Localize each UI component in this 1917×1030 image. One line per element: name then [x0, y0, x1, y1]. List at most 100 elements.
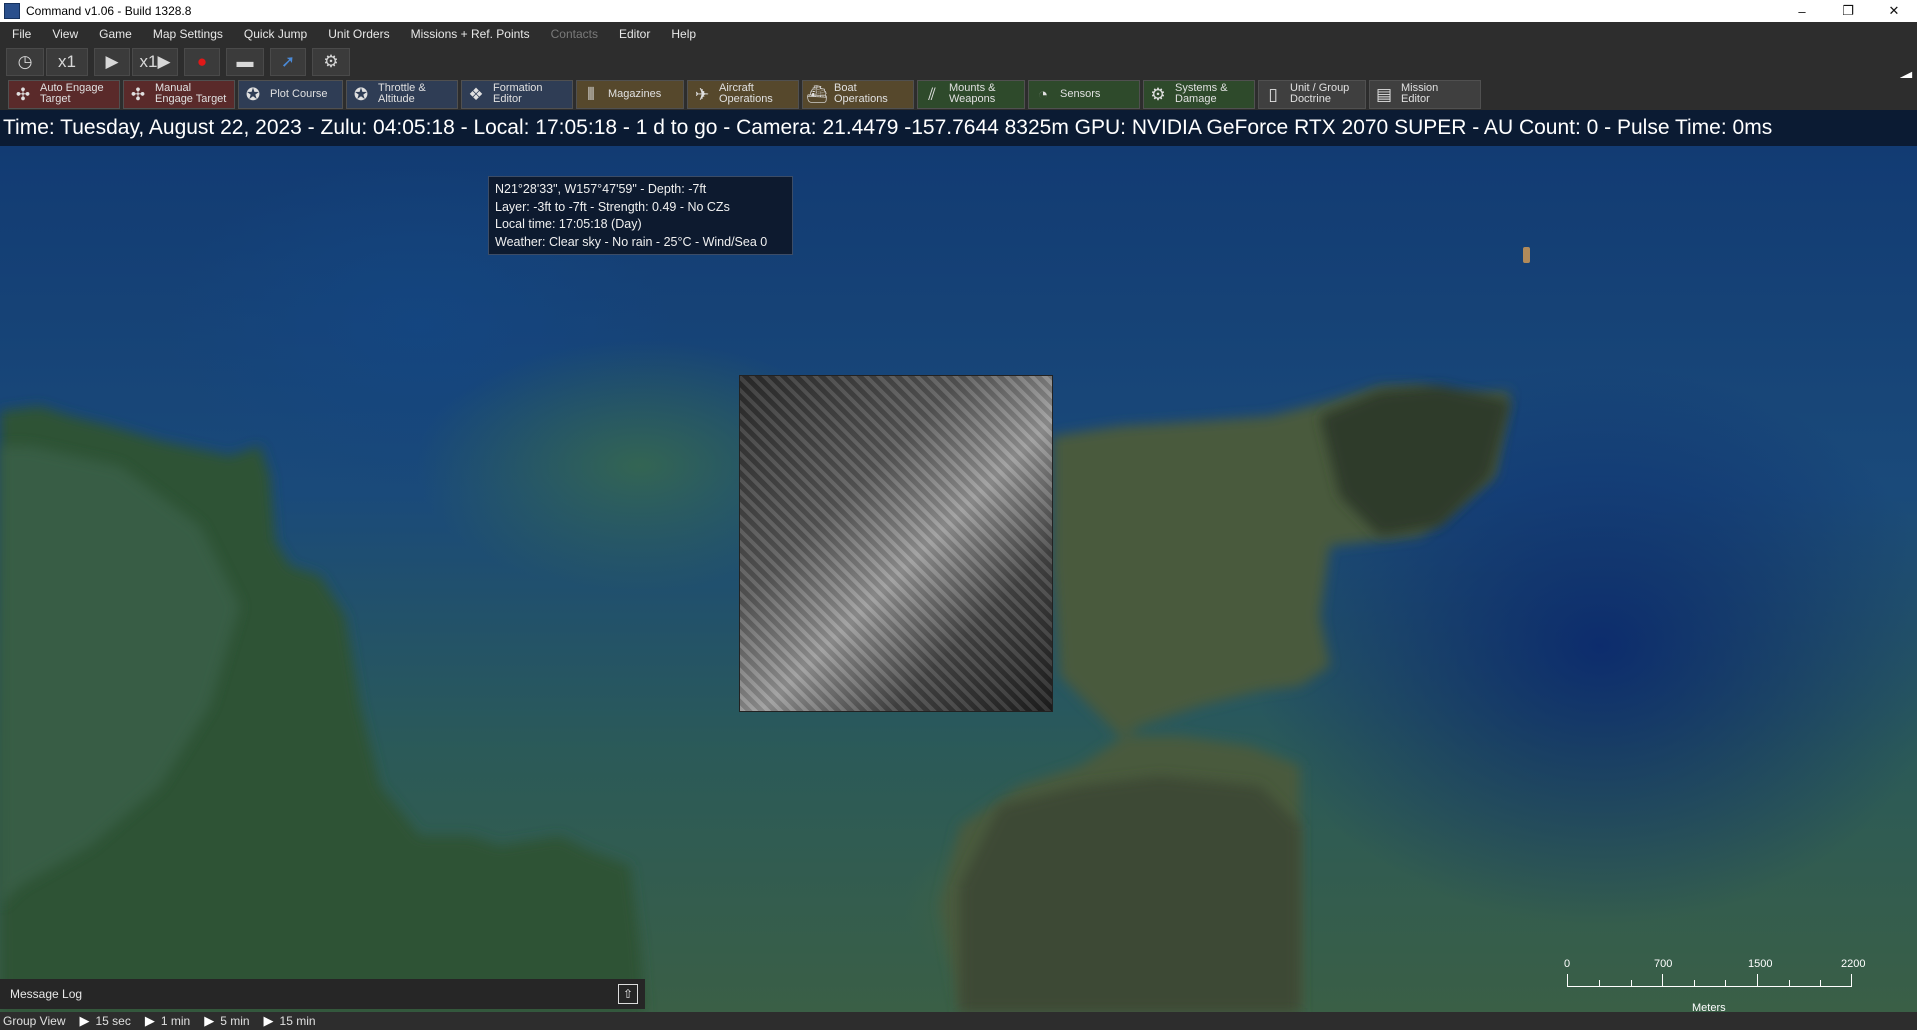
map-hover-tooltip: N21°28'33", W157°47'59" - Depth: -7ft La…	[488, 176, 793, 255]
step-speed-label: x1	[139, 52, 158, 71]
message-log-label: Message Log	[10, 987, 83, 1001]
record-icon[interactable]: ●	[184, 48, 220, 76]
sensors-button[interactable]: ◔ Sensors	[1028, 79, 1140, 109]
magazines-icon: ⦀	[587, 84, 595, 104]
time-compression-label[interactable]: x1	[46, 48, 88, 76]
window-title: Command v1.06 - Build 1328.8	[26, 4, 192, 18]
menu-editor[interactable]: Editor	[607, 27, 659, 41]
plot-course-button[interactable]: ✪ Plot Course	[238, 79, 343, 109]
window-controls: – ❐ ✕	[1779, 0, 1917, 22]
magazines-button[interactable]: ⦀ Magazines	[576, 79, 684, 109]
doctrine-icon: ▯	[1268, 84, 1278, 104]
weapons-icon: ⫽	[928, 84, 936, 104]
pointer-icon[interactable]: ➚	[270, 48, 306, 76]
app-icon	[4, 3, 20, 19]
scale-tick	[1631, 980, 1632, 986]
throttle-icon: ✪	[353, 84, 369, 104]
window-title-bar: Command v1.06 - Build 1328.8 – ❐ ✕	[0, 0, 1917, 22]
satellite-photo-overlay	[739, 375, 1053, 712]
scale-tick	[1757, 974, 1758, 986]
step-15-min[interactable]: 15 min	[280, 1014, 316, 1028]
tool-label: Engage Target	[155, 93, 227, 105]
play-step-icon: ▶	[204, 1013, 215, 1028]
scale-tick	[1820, 980, 1821, 986]
scale-tick	[1567, 974, 1568, 986]
aircraft-icon: ✈	[694, 84, 710, 104]
menu-missions[interactable]: Missions + Ref. Points	[399, 27, 539, 41]
tool-label: Editor	[493, 93, 522, 105]
scale-label: 700	[1654, 958, 1673, 970]
menu-contacts: Contacts	[550, 27, 598, 41]
message-log-bar[interactable]: Message Log ⇧	[0, 979, 645, 1009]
boat-operations-button[interactable]: ⛴ Boat Operations	[802, 79, 914, 109]
print-icon[interactable]: ▬	[226, 48, 264, 76]
mounts-weapons-button[interactable]: ⫽ Mounts & Weapons	[917, 79, 1025, 109]
formation-icon: ❖	[468, 84, 484, 104]
tool-label: Plot Course	[270, 87, 328, 100]
tool-label: Damage	[1175, 93, 1217, 105]
mission-editor-button[interactable]: ▤ Mission Editor	[1369, 79, 1481, 109]
menu-map-settings[interactable]: Map Settings	[141, 27, 232, 41]
step-1-min[interactable]: 1 min	[161, 1014, 190, 1028]
play-step-icon: ▶	[79, 1013, 90, 1028]
throttle-altitude-button[interactable]: ✪ Throttle & Altitude	[346, 79, 458, 109]
scale-bar: 0 700 1500 2200 Meters	[1562, 958, 1866, 1012]
clock-icon[interactable]: ◷	[6, 48, 44, 76]
tool-label: Target	[40, 93, 71, 105]
manual-engage-target-button[interactable]: ✣ Manual Engage Target	[123, 79, 235, 109]
command-toolbar: ✣ Auto Engage Target ✣ Manual Engage Targe…	[0, 78, 1917, 110]
crosshair-icon: ✣	[15, 84, 31, 104]
group-view-toggle[interactable]: Group View	[3, 1014, 65, 1028]
scale-label: 2200	[1841, 958, 1866, 970]
scale-axis	[1567, 986, 1852, 987]
tool-label: Operations	[834, 93, 888, 105]
tool-label: Weapons	[949, 93, 996, 105]
tool-label: Altitude	[378, 93, 415, 105]
map-view[interactable]: N21°28'33", W157°47'59" - Depth: -7ft La…	[0, 146, 1917, 1012]
menu-file[interactable]: File	[0, 27, 40, 41]
auto-engage-target-button[interactable]: ✣ Auto Engage Target	[8, 79, 120, 109]
menu-help[interactable]: Help	[659, 27, 705, 41]
scale-tick	[1851, 974, 1852, 986]
scale-label: 1500	[1748, 958, 1773, 970]
systems-damage-button[interactable]: ⚙ Systems & Damage	[1143, 79, 1255, 109]
menu-bar: File View Game Map Settings Quick Jump U…	[0, 22, 1917, 46]
expand-log-icon[interactable]: ⇧	[618, 984, 638, 1004]
right-lower-landmass	[960, 776, 1300, 1012]
aircraft-operations-button[interactable]: ✈ Aircraft Operations	[687, 79, 799, 109]
menu-quick-jump[interactable]: Quick Jump	[232, 27, 316, 41]
status-info-line: Time: Tuesday, August 22, 2023 - Zulu: 0…	[0, 110, 1917, 146]
tool-label: Editor	[1401, 93, 1430, 105]
menu-view[interactable]: View	[40, 27, 87, 41]
minimize-button[interactable]: –	[1779, 0, 1825, 22]
step-15-sec[interactable]: 15 sec	[95, 1014, 130, 1028]
scale-tick	[1789, 980, 1790, 986]
unit-group-doctrine-button[interactable]: ▯ Unit / Group Doctrine	[1258, 79, 1366, 109]
scale-tick	[1662, 974, 1663, 986]
formation-editor-button[interactable]: ❖ Formation Editor	[461, 79, 573, 109]
boat-icon: ⛴	[806, 84, 828, 104]
settings-gear-icon[interactable]: ⚙	[312, 48, 350, 76]
menu-unit-orders[interactable]: Unit Orders	[316, 27, 398, 41]
scale-unit: Meters	[1692, 1002, 1726, 1012]
tooltip-coordinates: N21°28'33", W157°47'59" - Depth: -7ft	[495, 182, 707, 196]
play-step-icon: ▶	[144, 1013, 155, 1028]
play-icon[interactable]: ▶	[94, 48, 130, 76]
course-icon: ✪	[245, 84, 261, 104]
step-5-min[interactable]: 5 min	[220, 1014, 249, 1028]
scale-label: 0	[1564, 958, 1571, 970]
menu-game[interactable]: Game	[87, 27, 141, 41]
time-controls: ◷ x1 ▶ x1 ▶ ● ▬ ➚ ⚙	[0, 46, 1917, 78]
tooltip-weather: Weather: Clear sky - No rain - 25°C - Wi…	[495, 234, 768, 249]
tool-label: Sensors	[1060, 87, 1101, 100]
scale-tick	[1599, 980, 1600, 986]
tooltip-local-time: Local time: 17:05:18 (Day)	[495, 217, 642, 231]
play-step-icon: ▶	[263, 1013, 274, 1028]
sensors-icon: ◔	[1037, 84, 1049, 104]
step-speed-button[interactable]: x1 ▶	[132, 48, 178, 76]
scale-tick	[1725, 980, 1726, 986]
unit-marker[interactable]	[1523, 247, 1530, 263]
tool-label: Operations	[719, 93, 773, 105]
restore-button[interactable]: ❐	[1825, 0, 1871, 22]
close-button[interactable]: ✕	[1871, 0, 1917, 22]
